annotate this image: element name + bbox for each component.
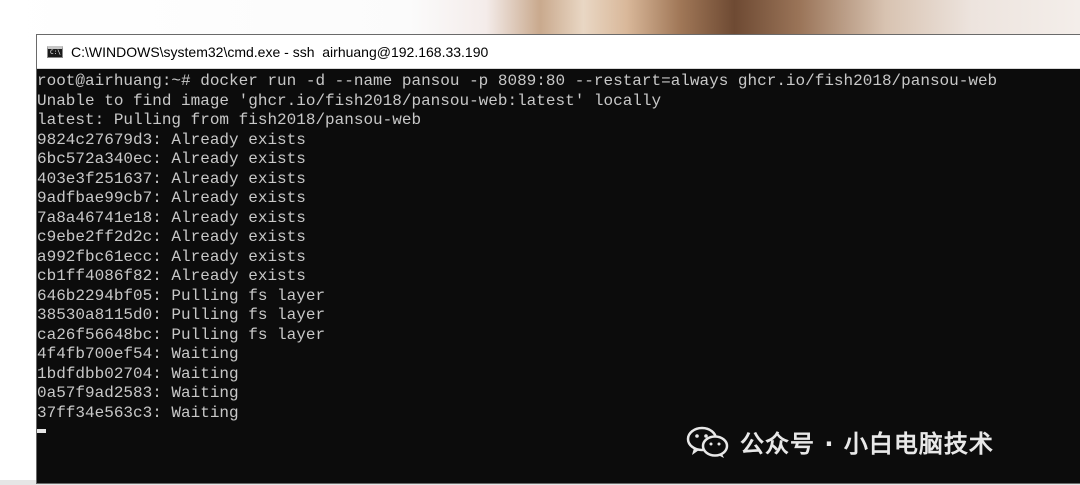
terminal-line: 9824c27679d3: Already exists xyxy=(37,130,306,149)
terminal-line: c9ebe2ff2d2c: Already exists xyxy=(37,228,306,246)
terminal-line: 4f4fb700ef54: Waiting xyxy=(37,345,239,363)
terminal-line: ca26f56648bc: Pulling fs layer xyxy=(37,325,326,344)
terminal-line: 646b2294bf05: Pulling fs layer xyxy=(37,286,326,305)
terminal-line: 9adfbae99cb7: Already exists xyxy=(37,189,306,207)
watermark-text: 公众号 · 小白电脑技术 xyxy=(740,430,994,458)
terminal-line: 7a8a46741e18: Already exists xyxy=(37,208,306,227)
terminal-line: a992fbc61ecc: Already exists xyxy=(37,247,306,266)
terminal-line: 37ff34e563c3: Waiting xyxy=(37,403,239,422)
terminal-line: Unable to find image 'ghcr.io/fish2018/p… xyxy=(37,91,662,110)
text-cursor xyxy=(37,429,46,433)
terminal-line: cb1ff4086f82: Already exists xyxy=(37,267,306,285)
terminal-output[interactable]: root@airhuang:~# docker run -d --name pa… xyxy=(37,69,1080,485)
wechat-icon xyxy=(686,425,730,459)
terminal-line: 6bc572a340ec: Already exists xyxy=(37,150,306,168)
terminal-line: latest: Pulling from fish2018/pansou-web xyxy=(37,111,422,129)
terminal-line: 403e3f251637: Already exists xyxy=(37,169,306,188)
cmd-icon: C:\ xyxy=(47,45,63,58)
terminal-line: 1bdfdbb02704: Waiting xyxy=(37,364,239,383)
terminal-line: 0a57f9ad2583: Waiting xyxy=(37,384,239,402)
watermark: 公众号 · 小白电脑技术 xyxy=(686,424,994,459)
title-bar[interactable]: C:\ C:\WINDOWS\system32\cmd.exe - ssh ai… xyxy=(37,35,1080,69)
window-title: C:\WINDOWS\system32\cmd.exe - ssh airhua… xyxy=(71,43,489,60)
terminal-line: 38530a8115d0: Pulling fs layer xyxy=(37,306,326,324)
cmd-window[interactable]: C:\ C:\WINDOWS\system32\cmd.exe - ssh ai… xyxy=(36,34,1080,484)
terminal-line: root@airhuang:~# docker run -d --name pa… xyxy=(37,72,998,90)
